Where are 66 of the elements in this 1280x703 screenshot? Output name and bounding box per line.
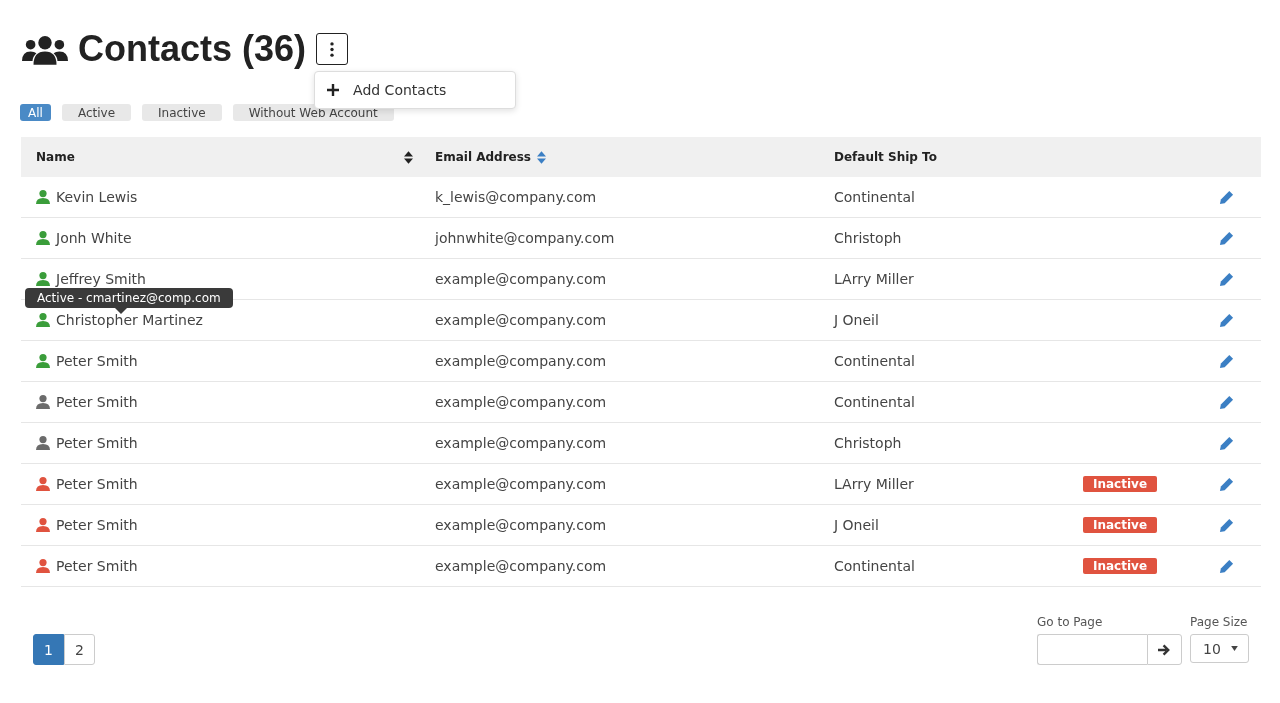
ship-to-cell: Continental — [834, 558, 915, 574]
contact-name: Peter Smith — [56, 517, 138, 533]
contact-name: Jeffrey Smith — [56, 271, 146, 287]
contact-name: Peter Smith — [56, 353, 138, 369]
contact-name: Peter Smith — [56, 435, 138, 451]
status-badge: Inactive — [1083, 517, 1158, 533]
contact-name: Peter Smith — [56, 394, 138, 410]
edit-icon[interactable] — [1219, 517, 1234, 533]
email-cell: k_lewis@company.com — [435, 189, 597, 205]
sort-icon[interactable] — [404, 150, 413, 164]
email-cell: example@company.com — [435, 394, 607, 410]
page-size-select[interactable]: 10 — [1190, 634, 1249, 663]
email-cell: example@company.com — [435, 353, 607, 369]
menu-item[interactable]: Add Contacts — [327, 82, 504, 98]
status-badge: Inactive — [1083, 558, 1158, 574]
users-icon — [22, 33, 68, 65]
field-label: Go to Page — [1037, 615, 1104, 629]
page-button[interactable]: 2 — [64, 634, 95, 665]
edit-icon[interactable] — [1219, 230, 1234, 246]
contact-name: Peter Smith — [56, 476, 138, 492]
ship-to-cell: J Oneil — [834, 312, 879, 328]
ship-to-cell: Continental — [834, 353, 915, 369]
field-label: Page Size — [1190, 615, 1249, 629]
more-menu-button[interactable] — [316, 33, 349, 65]
ship-to-cell: Christoph — [834, 435, 902, 451]
arrow-right-icon — [1158, 643, 1171, 656]
email-cell: example@company.com — [435, 558, 607, 574]
contact-name: Kevin Lewis — [56, 189, 138, 205]
email-cell: example@company.com — [435, 517, 607, 533]
edit-icon[interactable] — [1219, 394, 1234, 410]
status-badge: Inactive — [1083, 476, 1158, 492]
filter-tab[interactable]: Active — [61, 104, 131, 121]
email-cell: example@company.com — [435, 271, 607, 287]
column-header[interactable]: Default Ship To — [834, 150, 937, 164]
edit-icon[interactable] — [1219, 353, 1234, 369]
ship-to-cell: LArry Miller — [834, 271, 914, 287]
ship-to-cell: Continental — [834, 189, 915, 205]
edit-icon[interactable] — [1219, 476, 1234, 492]
more-icon — [330, 41, 335, 57]
email-cell: example@company.com — [435, 476, 607, 492]
tooltip-pointer — [115, 308, 127, 314]
contact-name: Peter Smith — [56, 558, 138, 574]
contact-name: Christopher Martinez — [56, 312, 203, 328]
edit-icon[interactable] — [1219, 435, 1234, 451]
filter-tab[interactable]: All — [20, 104, 51, 121]
page-title: Contacts (36) — [78, 28, 307, 70]
edit-icon[interactable] — [1219, 558, 1234, 574]
edit-icon[interactable] — [1219, 312, 1234, 328]
email-cell: johnwhite@company.com — [435, 230, 615, 246]
ship-to-cell: Christoph — [834, 230, 902, 246]
filter-tab[interactable]: Inactive — [142, 104, 222, 121]
caret-icon — [1231, 646, 1238, 651]
email-cell: example@company.com — [435, 312, 607, 328]
ship-to-cell: Continental — [834, 394, 915, 410]
edit-icon[interactable] — [1219, 189, 1234, 205]
email-cell: example@company.com — [435, 435, 607, 451]
column-header[interactable]: Email Address — [435, 150, 531, 164]
edit-icon[interactable] — [1219, 271, 1234, 287]
plus-icon — [327, 84, 340, 96]
column-header[interactable]: Name — [36, 150, 75, 164]
contact-name: Jonh White — [56, 230, 132, 246]
page-number-field[interactable] — [1037, 634, 1147, 665]
go-button[interactable] — [1147, 634, 1182, 665]
ship-to-cell: J Oneil — [834, 517, 879, 533]
page-button[interactable]: 1 — [33, 634, 64, 665]
ship-to-cell: LArry Miller — [834, 476, 914, 492]
